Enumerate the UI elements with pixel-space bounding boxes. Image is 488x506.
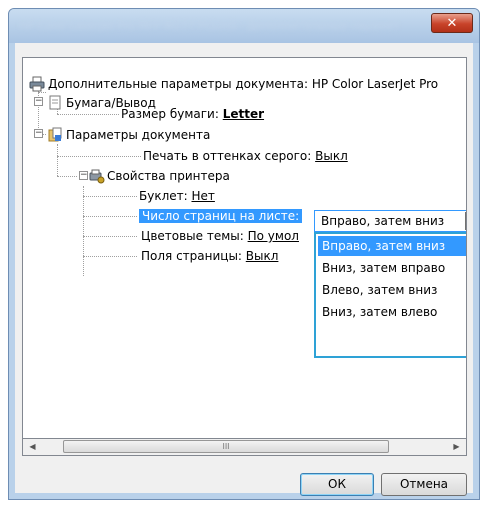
paper-size-label: Размер бумаги: xyxy=(121,107,223,121)
horizontal-scrollbar[interactable]: ◀ III ▶ xyxy=(22,439,467,456)
dropdown-option[interactable]: Вправо, затем вниз xyxy=(318,236,466,256)
dropdown-option[interactable]: Влево, затем вниз xyxy=(318,280,466,300)
tree-item-document-params[interactable]: Параметры документа xyxy=(66,127,210,143)
tree-item-grayscale[interactable]: Печать в оттенках серого: Выкл xyxy=(143,148,348,164)
grayscale-value[interactable]: Выкл xyxy=(315,149,348,163)
tree-item-booklet[interactable]: Буклет: Нет xyxy=(139,188,215,204)
window-title: HP Color LaserJet Pro MFP M177 PCLmS - Д… xyxy=(19,19,399,32)
grayscale-label: Печать в оттенках серого: xyxy=(143,149,316,163)
page-margins-label: Поля страницы: xyxy=(141,249,246,263)
tree-item-printer-properties[interactable]: Свойства принтера xyxy=(107,168,230,184)
booklet-label: Буклет: xyxy=(139,189,192,203)
dialog-window: HP Color LaserJet Pro MFP M177 PCLmS - Д… xyxy=(8,8,480,500)
pages-per-sheet-label: Число страниц на листе: xyxy=(139,209,303,223)
collapse-toggle-paper[interactable]: − xyxy=(34,97,43,106)
tree-root-label[interactable]: Дополнительные параметры документа: HP C… xyxy=(48,76,438,92)
booklet-value[interactable]: Нет xyxy=(191,189,214,203)
dialog-client-area: Дополнительные параметры документа: HP C… xyxy=(15,43,473,496)
color-themes-value[interactable]: По умол xyxy=(248,229,299,243)
page-margins-value[interactable]: Выкл xyxy=(246,249,279,263)
tree-item-color-themes[interactable]: Цветовые темы: По умол xyxy=(141,228,307,244)
pages-per-sheet-dropdown: Вправо, затем вниз Вниз, затем вправо Вл… xyxy=(314,232,466,358)
color-themes-label: Цветовые темы: xyxy=(141,229,248,243)
paper-icon xyxy=(47,95,63,111)
paper-size-value[interactable]: Letter xyxy=(223,107,264,121)
dropdown-option[interactable]: Вниз, затем влево xyxy=(318,302,466,322)
ok-button[interactable]: ОК xyxy=(300,473,374,496)
pages-per-sheet-combo[interactable]: Вправо, затем вниз ▼ xyxy=(314,210,466,232)
collapse-toggle-printer[interactable]: − xyxy=(79,171,88,180)
combo-selected-value: Вправо, затем вниз xyxy=(321,214,445,228)
scroll-right-icon[interactable]: ▶ xyxy=(449,440,464,454)
collapse-toggle-document[interactable]: − xyxy=(34,129,43,138)
settings-tree: Дополнительные параметры документа: HP C… xyxy=(22,57,467,439)
title-bar: HP Color LaserJet Pro MFP M177 PCLmS - Д… xyxy=(9,9,479,43)
dropdown-option[interactable]: Вниз, затем вправо xyxy=(318,258,466,278)
chevron-down-icon[interactable]: ▼ xyxy=(465,212,466,230)
tree-item-page-margins[interactable]: Поля страницы: Выкл xyxy=(141,248,278,264)
cancel-button[interactable]: Отмена xyxy=(381,473,467,496)
close-button[interactable]: ✕ xyxy=(431,13,473,33)
printer-icon xyxy=(29,76,45,92)
printer-properties-icon xyxy=(89,168,105,184)
tree-item-paper-size[interactable]: Размер бумаги: Letter xyxy=(121,106,264,122)
scroll-left-icon[interactable]: ◀ xyxy=(25,440,40,454)
scrollbar-thumb[interactable]: III xyxy=(63,440,389,453)
scrollbar-grip: III xyxy=(222,442,230,451)
tree-item-pages-per-sheet[interactable]: Число страниц на листе: xyxy=(139,208,303,224)
document-settings-icon xyxy=(47,127,63,143)
